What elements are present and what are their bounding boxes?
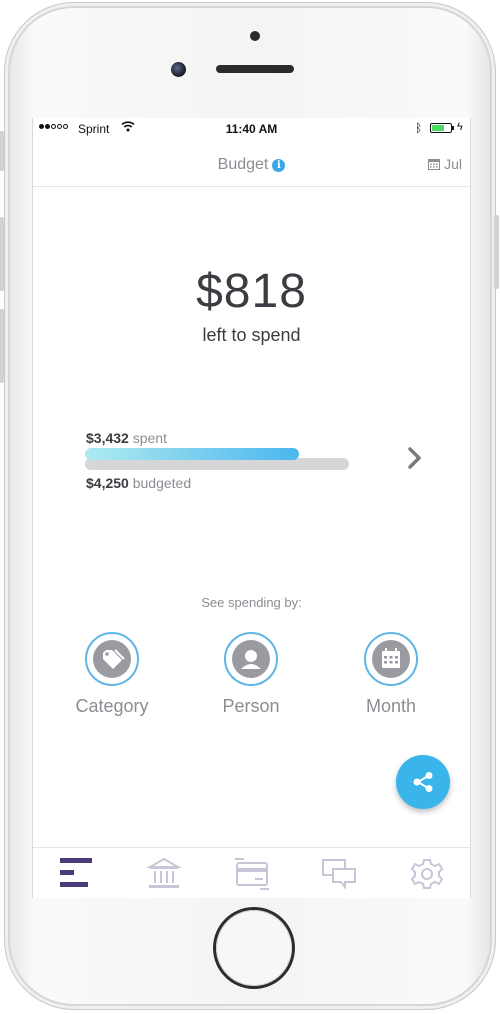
month-selector-button[interactable]: Jul [428,156,462,172]
home-button[interactable] [216,910,292,986]
chat-icon [322,859,356,890]
budget-bars-icon [60,858,92,887]
power-button [494,215,499,289]
remaining-caption: left to spend [202,325,301,345]
volume-up-button [0,217,4,291]
chevron-right-icon[interactable] [404,445,426,471]
volume-down-button [0,309,4,383]
charging-icon: ϟ [457,121,463,133]
category-circle [85,632,139,686]
bank-icon [146,857,182,888]
calendar-icon [428,159,441,170]
gear-icon [410,859,444,889]
month-circle [364,632,418,686]
status-time: 11:40 AM [225,122,278,136]
month-icon-bg [372,640,410,678]
transactions-card-icon [235,858,269,890]
tab-settings[interactable] [407,856,447,892]
navigation-bar: Budget i Jul [33,140,470,187]
tab-transactions[interactable] [232,856,272,892]
category-label: Category [75,696,149,716]
bluetooth-icon: ᛒ [415,121,423,135]
page-title[interactable]: Budget i [33,156,470,174]
spent-label: $3,432 spent [86,430,167,446]
proximity-sensor [250,31,260,41]
calendar-icon [382,648,400,668]
budgeted-word: budgeted [132,475,192,491]
earpiece-speaker [216,65,294,73]
tag-icon [103,649,125,669]
spent-word: spent [132,430,167,446]
page-title-label: Budget [217,156,269,173]
spent-amount: $3,432 [86,430,129,446]
tab-messages[interactable] [319,856,359,892]
spending-by-category-button[interactable]: Category [52,632,172,717]
tab-budget[interactable] [57,856,97,892]
info-icon[interactable]: i [272,158,286,172]
month-label: Jul [444,156,462,172]
person-circle [224,632,278,686]
spending-by-month-button[interactable]: Month [331,632,451,717]
share-icon [413,772,433,792]
spent-progress-bar [85,448,299,460]
status-bar: Sprint 11:40 AM ᛒ ϟ [33,118,470,140]
app-screen: Sprint 11:40 AM ᛒ ϟ Budget i Jul $818 le… [32,118,471,898]
battery-icon [430,123,454,133]
remaining-amount: $818 [196,265,307,318]
share-button[interactable] [396,755,450,809]
person-label: Person [222,696,280,716]
person-icon [241,650,261,669]
category-icon-bg [93,640,131,678]
front-camera [171,62,186,77]
budgeted-label: $4,250 budgeted [86,475,191,491]
month-label: Month [365,696,417,716]
person-icon-bg [232,640,270,678]
spending-by-person-button[interactable]: Person [191,632,311,717]
budgeted-amount: $4,250 [86,475,129,491]
mute-switch [0,131,4,171]
tab-bar [33,847,470,898]
spending-by-heading: See spending by: [201,595,302,610]
tab-accounts[interactable] [144,856,184,892]
